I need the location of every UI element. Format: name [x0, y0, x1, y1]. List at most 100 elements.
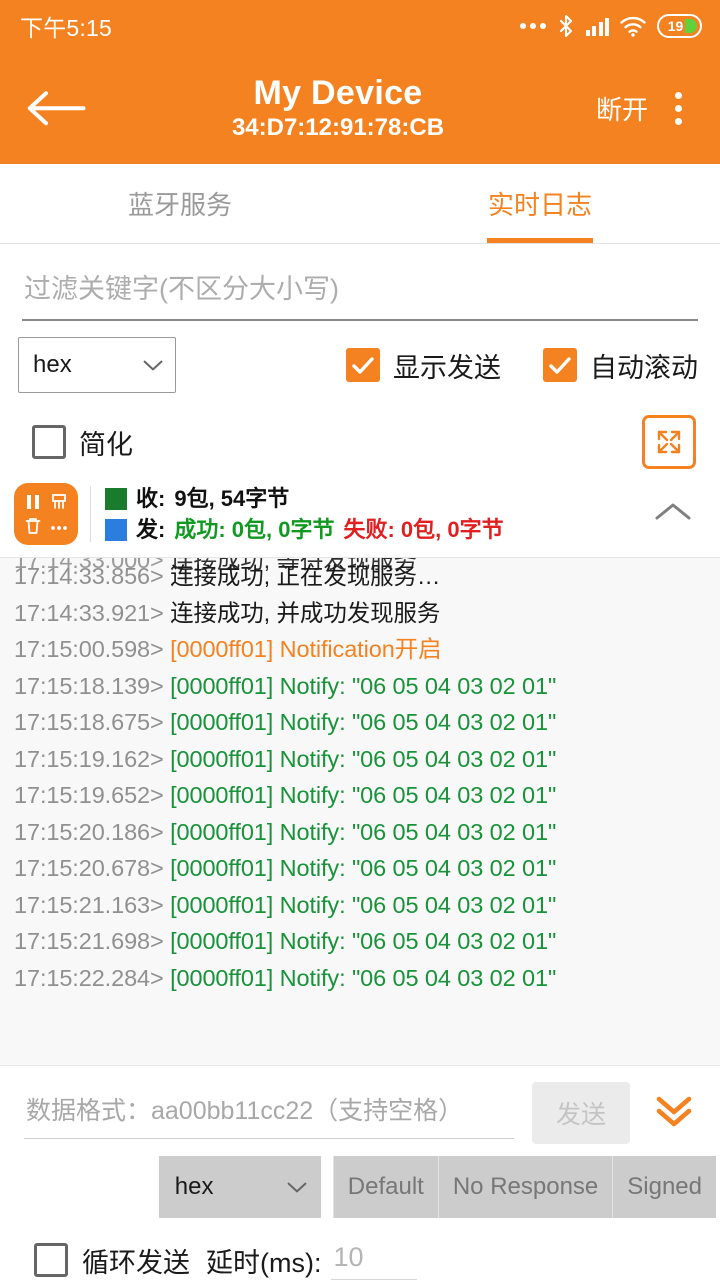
log-line: 17:15:18.675> [0000ff01] Notify: "06 05 … [0, 704, 720, 741]
rx-stats-line: 收: 9包, 54字节 [105, 483, 648, 514]
log-message: [0000ff01] Notify: "06 05 04 03 02 01" [170, 965, 556, 991]
log-format-value: hex [33, 351, 72, 379]
stats-text-block: 收: 9包, 54字节 发: 成功: 0包, 0字节 失败: 0包, 0字节 [105, 483, 648, 545]
auto-scroll-checkbox[interactable]: 自动滚动 [543, 346, 698, 385]
log-line-list: 17:14:33.856> 连接成功, 正在发现服务…17:14:33.921>… [0, 558, 720, 996]
filter-keyword-input[interactable] [22, 266, 698, 321]
status-bar-icons: 19 [520, 14, 703, 38]
write-type-no-response-button[interactable]: No Response [438, 1156, 612, 1218]
write-format-select[interactable]: hex [159, 1156, 321, 1218]
write-type-default-button[interactable]: Default [333, 1156, 438, 1218]
collapse-stats-button[interactable] [648, 491, 698, 538]
device-title-block: My Device 34:D7:12:91:78:CB [86, 75, 590, 141]
log-message: 连接成功, 并成功发现服务 [170, 600, 440, 626]
chevron-up-icon [654, 501, 692, 523]
more-dots-icon [520, 23, 546, 29]
log-message: [0000ff01] Notify: "06 05 04 03 02 01" [170, 855, 556, 881]
log-timestamp: 17:14:33.000> [14, 557, 164, 573]
log-message: [0000ff01] Notify: "06 05 04 03 02 01" [170, 709, 556, 735]
back-arrow-icon[interactable] [26, 87, 86, 130]
log-line-clipped: 17:14:33.000> 连接成功, 等待发现服务 [0, 557, 720, 579]
log-message: [0000ff01] Notify: "06 05 04 03 02 01" [170, 892, 556, 918]
auto-scroll-label: 自动滚动 [590, 346, 698, 385]
write-options-row: hex Default No Response Signed [0, 1154, 720, 1218]
stats-divider [90, 486, 91, 542]
log-line: 17:15:19.162> [0000ff01] Notify: "06 05 … [0, 741, 720, 778]
battery-icon: 19 [657, 14, 702, 38]
simplify-checkbox[interactable]: 简化 [32, 423, 133, 462]
fullscreen-expand-icon [654, 427, 684, 457]
rx-label: 收: [136, 483, 165, 514]
expand-send-panel-button[interactable] [644, 1086, 704, 1141]
brush-icon [49, 492, 69, 512]
chevron-down-icon [287, 1182, 307, 1193]
log-message: [0000ff01] Notification开启 [170, 636, 441, 662]
log-message: [0000ff01] Notify: "06 05 04 03 02 01" [170, 746, 556, 772]
log-timestamp: 17:15:20.186> [14, 819, 164, 845]
checkbox-checked-icon [346, 348, 380, 382]
tab-bar: 蓝牙服务 实时日志 [0, 164, 720, 244]
checkbox-checked-icon [543, 348, 577, 382]
rx-value: 9包, 54字节 [174, 483, 289, 514]
log-line: 17:15:22.284> [0000ff01] Notify: "06 05 … [0, 960, 720, 997]
log-message: [0000ff01] Notify: "06 05 04 03 02 01" [170, 928, 556, 954]
log-message: [0000ff01] Notify: "06 05 04 03 02 01" [170, 673, 556, 699]
chevron-down-icon [143, 360, 163, 371]
log-timestamp: 17:15:21.698> [14, 928, 164, 954]
cellular-signal-icon [586, 16, 610, 36]
show-send-label: 显示发送 [393, 346, 501, 385]
simplify-row: 简化 [0, 393, 720, 469]
disconnect-button[interactable]: 断开 [590, 82, 654, 135]
loop-send-label: 循环发送 [82, 1241, 190, 1280]
log-timestamp: 17:15:19.162> [14, 746, 164, 772]
tab-bluetooth-services[interactable]: 蓝牙服务 [0, 164, 360, 243]
log-output-area[interactable]: 17:14:33.000> 连接成功, 等待发现服务 17:14:33.856>… [0, 557, 720, 1065]
log-line: 17:15:18.139> [0000ff01] Notify: "06 05 … [0, 668, 720, 705]
tab-realtime-log[interactable]: 实时日志 [360, 164, 720, 243]
log-message: [0000ff01] Notify: "06 05 04 03 02 01" [170, 819, 556, 845]
send-button[interactable]: 发送 [532, 1082, 630, 1144]
rx-color-swatch [105, 488, 127, 510]
fullscreen-expand-button[interactable] [642, 415, 696, 469]
loop-send-row: 循环发送 延时(ms): [0, 1218, 720, 1280]
status-bar: 下午5:15 19 [0, 0, 720, 52]
app-bar: My Device 34:D7:12:91:78:CB 断开 [0, 52, 720, 164]
device-address: 34:D7:12:91:78:CB [86, 115, 590, 141]
trash-icon [23, 516, 43, 536]
double-chevron-down-icon [652, 1090, 696, 1132]
tx-stats-line: 发: 成功: 0包, 0字节 失败: 0包, 0字节 [105, 514, 648, 545]
tx-success-text: 成功: 0包, 0字节 [174, 514, 334, 545]
log-line: 17:15:21.698> [0000ff01] Notify: "06 05 … [0, 923, 720, 960]
write-type-button-group: Default No Response Signed [333, 1156, 716, 1218]
log-timestamp: 17:15:00.598> [14, 636, 164, 662]
checkbox-unchecked-icon [32, 425, 66, 459]
send-data-input[interactable] [24, 1087, 514, 1139]
send-data-row: 发送 [0, 1065, 720, 1154]
log-timestamp: 17:15:18.675> [14, 709, 164, 735]
show-send-checkbox[interactable]: 显示发送 [346, 346, 501, 385]
log-actions-button[interactable] [14, 483, 78, 545]
kebab-menu-icon[interactable] [654, 92, 702, 125]
tx-color-swatch [105, 519, 127, 541]
log-line: 17:14:33.921> 连接成功, 并成功发现服务 [0, 595, 720, 632]
log-message: [0000ff01] Notify: "06 05 04 03 02 01" [170, 782, 556, 808]
traffic-stats-bar: 收: 9包, 54字节 发: 成功: 0包, 0字节 失败: 0包, 0字节 [0, 469, 720, 557]
write-format-value: hex [175, 1173, 214, 1201]
bluetooth-icon [557, 14, 575, 38]
checkbox-unchecked-icon[interactable] [34, 1243, 68, 1277]
log-format-select[interactable]: hex [18, 337, 176, 393]
tx-fail-text: 失败: 0包, 0字节 [343, 514, 503, 545]
log-timestamp: 17:14:33.921> [14, 600, 164, 626]
wifi-icon [620, 16, 646, 37]
simplify-label: 简化 [79, 423, 133, 462]
log-timestamp: 17:15:20.678> [14, 855, 164, 881]
log-line: 17:15:21.163> [0000ff01] Notify: "06 05 … [0, 887, 720, 924]
log-line: 17:15:20.678> [0000ff01] Notify: "06 05 … [0, 850, 720, 887]
battery-level-text: 19 [661, 18, 698, 34]
write-type-signed-button[interactable]: Signed [612, 1156, 716, 1218]
delay-input[interactable] [331, 1240, 417, 1280]
log-line: 17:15:20.186> [0000ff01] Notify: "06 05 … [0, 814, 720, 851]
delay-label: 延时(ms): [206, 1241, 321, 1280]
tx-label: 发: [136, 514, 165, 545]
bluetooth-debug-screen: 下午5:15 19 My Device 34:D7:12 [0, 0, 720, 1280]
